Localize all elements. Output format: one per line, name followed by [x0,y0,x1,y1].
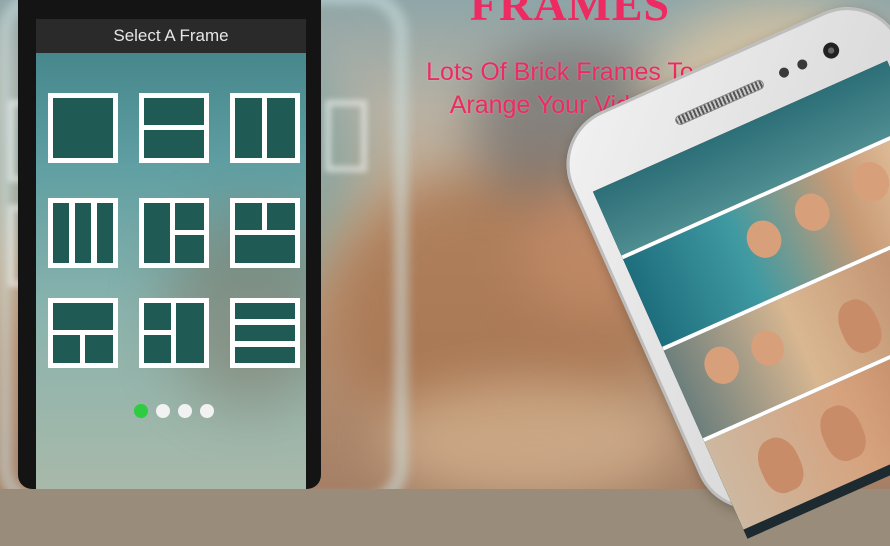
two-rows-frame-icon[interactable] [139,93,209,163]
page-dot-2[interactable] [156,404,170,418]
column-split-frame-icon[interactable] [139,298,209,368]
frame-picker-header: Select A Frame [36,19,306,53]
single-frame-icon[interactable] [48,93,118,163]
page-dot-4[interactable] [200,404,214,418]
two-top-one-bottom-frame-icon[interactable] [230,198,300,268]
three-columns-frame-icon[interactable] [48,198,118,268]
page-indicator [134,404,224,420]
two-columns-frame-icon[interactable] [230,93,300,163]
front-camera-icon [820,39,842,62]
column-plus-two-rows-frame-icon[interactable] [139,198,209,268]
speaker-grille [673,78,766,127]
page-dot-3[interactable] [178,404,192,418]
promo-title: FRAMES [469,0,671,30]
one-top-two-bottom-frame-icon[interactable] [48,298,118,368]
three-rows-frame-icon[interactable] [230,298,300,368]
page-dot-1[interactable] [134,404,148,418]
